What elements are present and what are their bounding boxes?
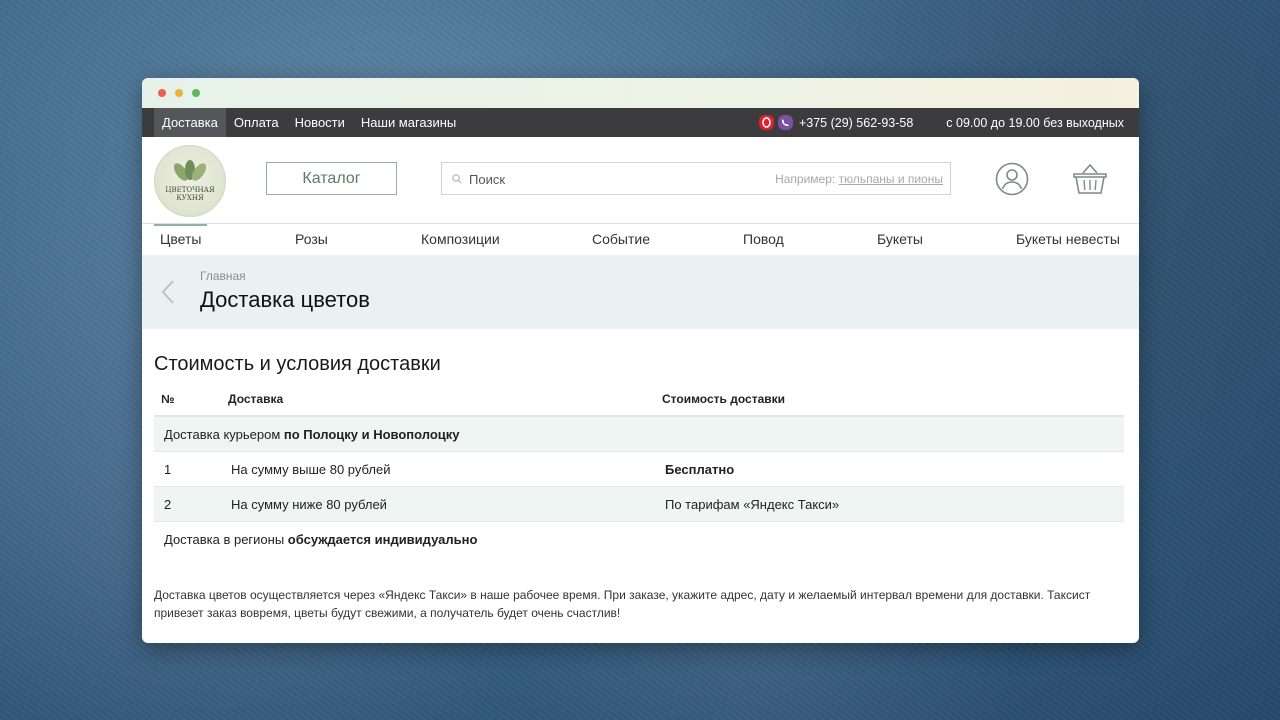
search-input[interactable] [467, 163, 751, 196]
cart-icon[interactable] [1072, 162, 1108, 196]
close-window-button[interactable] [158, 89, 166, 97]
search-icon [452, 174, 462, 184]
site-header: ЦВЕТОЧНАЯ КУХНЯ Каталог Например: тюльпа… [142, 137, 1139, 224]
catnav-item-flowers[interactable]: Цветы [154, 224, 208, 257]
row-number: 1 [164, 462, 172, 477]
table-row: 2 На сумму ниже 80 рублей По тарифам «Ян… [154, 487, 1124, 522]
column-header-cost: Стоимость доставки [662, 392, 786, 406]
opera-icon[interactable] [758, 115, 774, 130]
column-header-delivery: Доставка [228, 392, 284, 406]
catnav-item-event[interactable]: Событие [592, 224, 650, 255]
category-nav: Цветы Розы Композиции Событие Повод Буке… [142, 224, 1139, 255]
catnav-item-occasion[interactable]: Повод [743, 224, 784, 255]
topnav-item-news[interactable]: Новости [287, 108, 353, 137]
site-logo[interactable]: ЦВЕТОЧНАЯ КУХНЯ [154, 145, 226, 217]
table-header: № Доставка Стоимость доставки [154, 383, 1124, 417]
minimize-window-button[interactable] [175, 89, 183, 97]
contacts: +375 (29) 562-93-58 с 09.00 до 19.00 без… [758, 108, 1124, 137]
maximize-window-button[interactable] [192, 89, 200, 97]
section-title: Стоимость и условия доставки [154, 353, 441, 375]
catnav-item-bouquets[interactable]: Букеты [877, 224, 923, 255]
user-icon[interactable] [995, 162, 1029, 196]
logo-text: ЦВЕТОЧНАЯ КУХНЯ [165, 186, 215, 202]
catnav-item-roses[interactable]: Розы [295, 224, 328, 255]
chevron-left-icon[interactable] [160, 279, 176, 305]
working-hours: с 09.00 до 19.00 без выходных [946, 115, 1124, 130]
window-titlebar [142, 78, 1139, 108]
table-row: 1 На сумму выше 80 рублей Бесплатно [154, 452, 1124, 487]
row-condition: На сумму выше 80 рублей [231, 462, 391, 477]
courier-text: Доставка курьером по Полоцку и Новополоц… [164, 427, 460, 442]
browser-window: Доставка Оплата Новости Наши магазины +3… [142, 78, 1139, 643]
page-title: Доставка цветов [200, 287, 370, 312]
catnav-item-bridal-bouquets[interactable]: Букеты невесты [1016, 224, 1120, 255]
top-bar: Доставка Оплата Новости Наши магазины +3… [142, 108, 1139, 137]
phone-number[interactable]: +375 (29) 562-93-58 [799, 116, 913, 130]
table-row-courier: Доставка курьером по Полоцку и Новополоц… [154, 417, 1124, 452]
row-cost: По тарифам «Яндекс Такси» [665, 497, 840, 512]
table-row-regions: Доставка в регионы обсуждается индивидуа… [154, 522, 1124, 556]
regions-text: Доставка в регионы обсуждается индивидуа… [164, 532, 478, 547]
search-example-link[interactable]: тюльпаны и пионы [839, 172, 943, 186]
top-nav: Доставка Оплата Новости Наши магазины [154, 108, 464, 137]
row-cost: Бесплатно [665, 462, 735, 477]
topnav-item-payment[interactable]: Оплата [226, 108, 287, 137]
breadcrumb: Главная Доставка цветов [142, 255, 1139, 329]
search-box[interactable]: Например: тюльпаны и пионы [441, 162, 951, 196]
topnav-item-delivery[interactable]: Доставка [154, 108, 226, 137]
topnav-item-stores[interactable]: Наши магазины [353, 108, 464, 137]
catnav-item-compositions[interactable]: Композиции [421, 224, 500, 255]
viber-icon[interactable] [777, 115, 793, 130]
search-example: Например: тюльпаны и пионы [775, 172, 943, 186]
logo-leaves-icon [170, 160, 210, 184]
row-condition: На сумму ниже 80 рублей [231, 497, 387, 512]
delivery-table: № Доставка Стоимость доставки Доставка к… [154, 383, 1124, 556]
catalog-button[interactable]: Каталог [266, 162, 397, 195]
row-number: 2 [164, 497, 172, 512]
breadcrumb-home[interactable]: Главная [200, 269, 246, 283]
delivery-note: Доставка цветов осуществляется через «Ян… [154, 588, 1091, 620]
column-header-number: № [161, 392, 175, 406]
